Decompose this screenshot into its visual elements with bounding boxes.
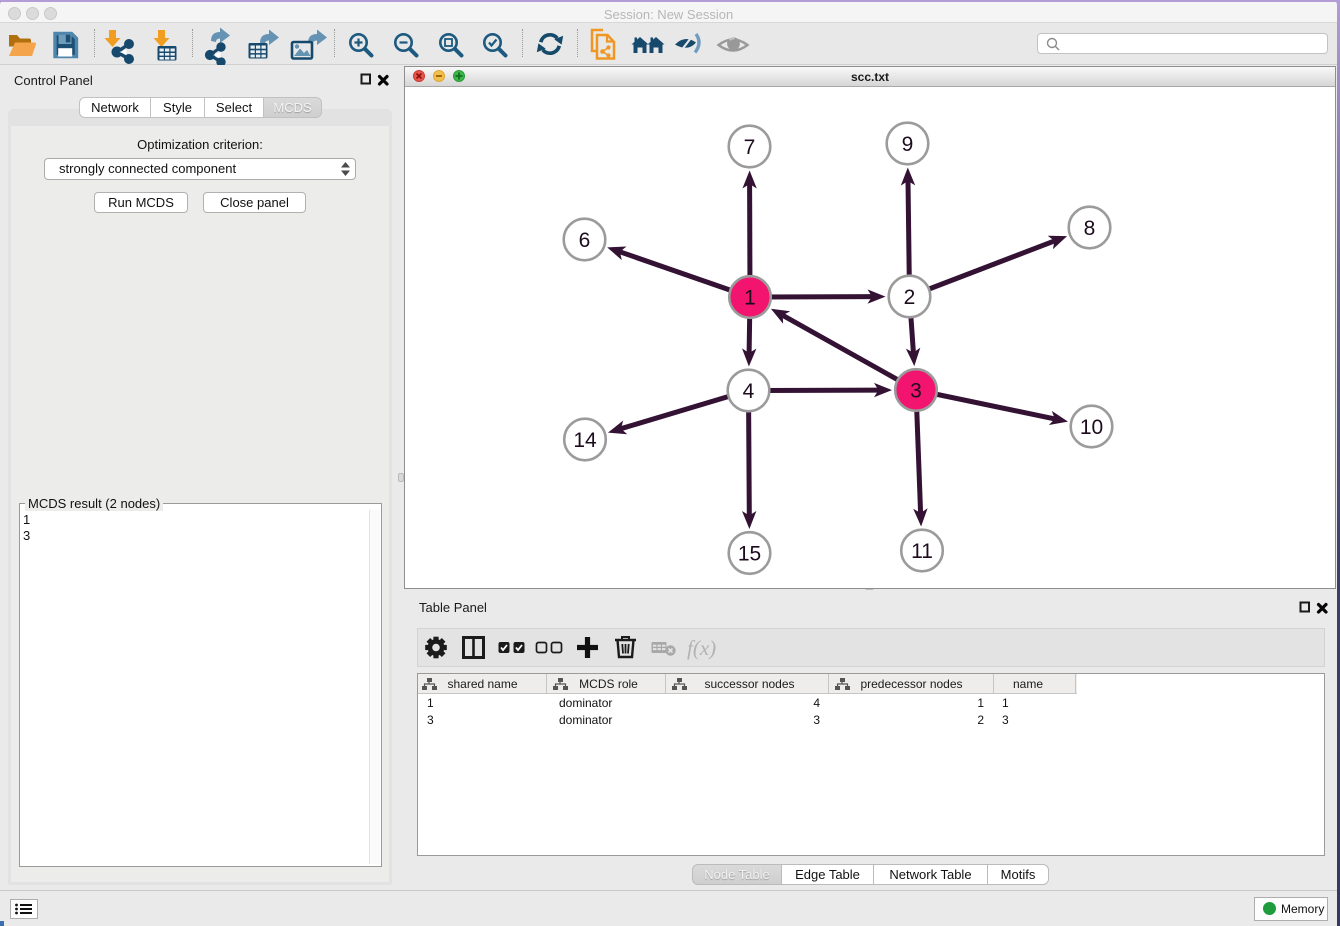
svg-text:f(x): f(x) [687, 636, 716, 660]
svg-text:3: 3 [910, 380, 922, 403]
svg-text:6: 6 [579, 229, 591, 252]
svg-text:4: 4 [743, 380, 755, 403]
svg-text:10: 10 [1080, 416, 1103, 439]
svg-text:2: 2 [904, 286, 916, 309]
svg-text:15: 15 [738, 543, 761, 566]
svg-text:14: 14 [573, 429, 597, 452]
svg-text:11: 11 [911, 540, 933, 563]
svg-text:8: 8 [1084, 217, 1096, 240]
svg-text:1: 1 [744, 287, 756, 310]
svg-text:9: 9 [902, 133, 914, 156]
svg-text:7: 7 [744, 136, 756, 159]
